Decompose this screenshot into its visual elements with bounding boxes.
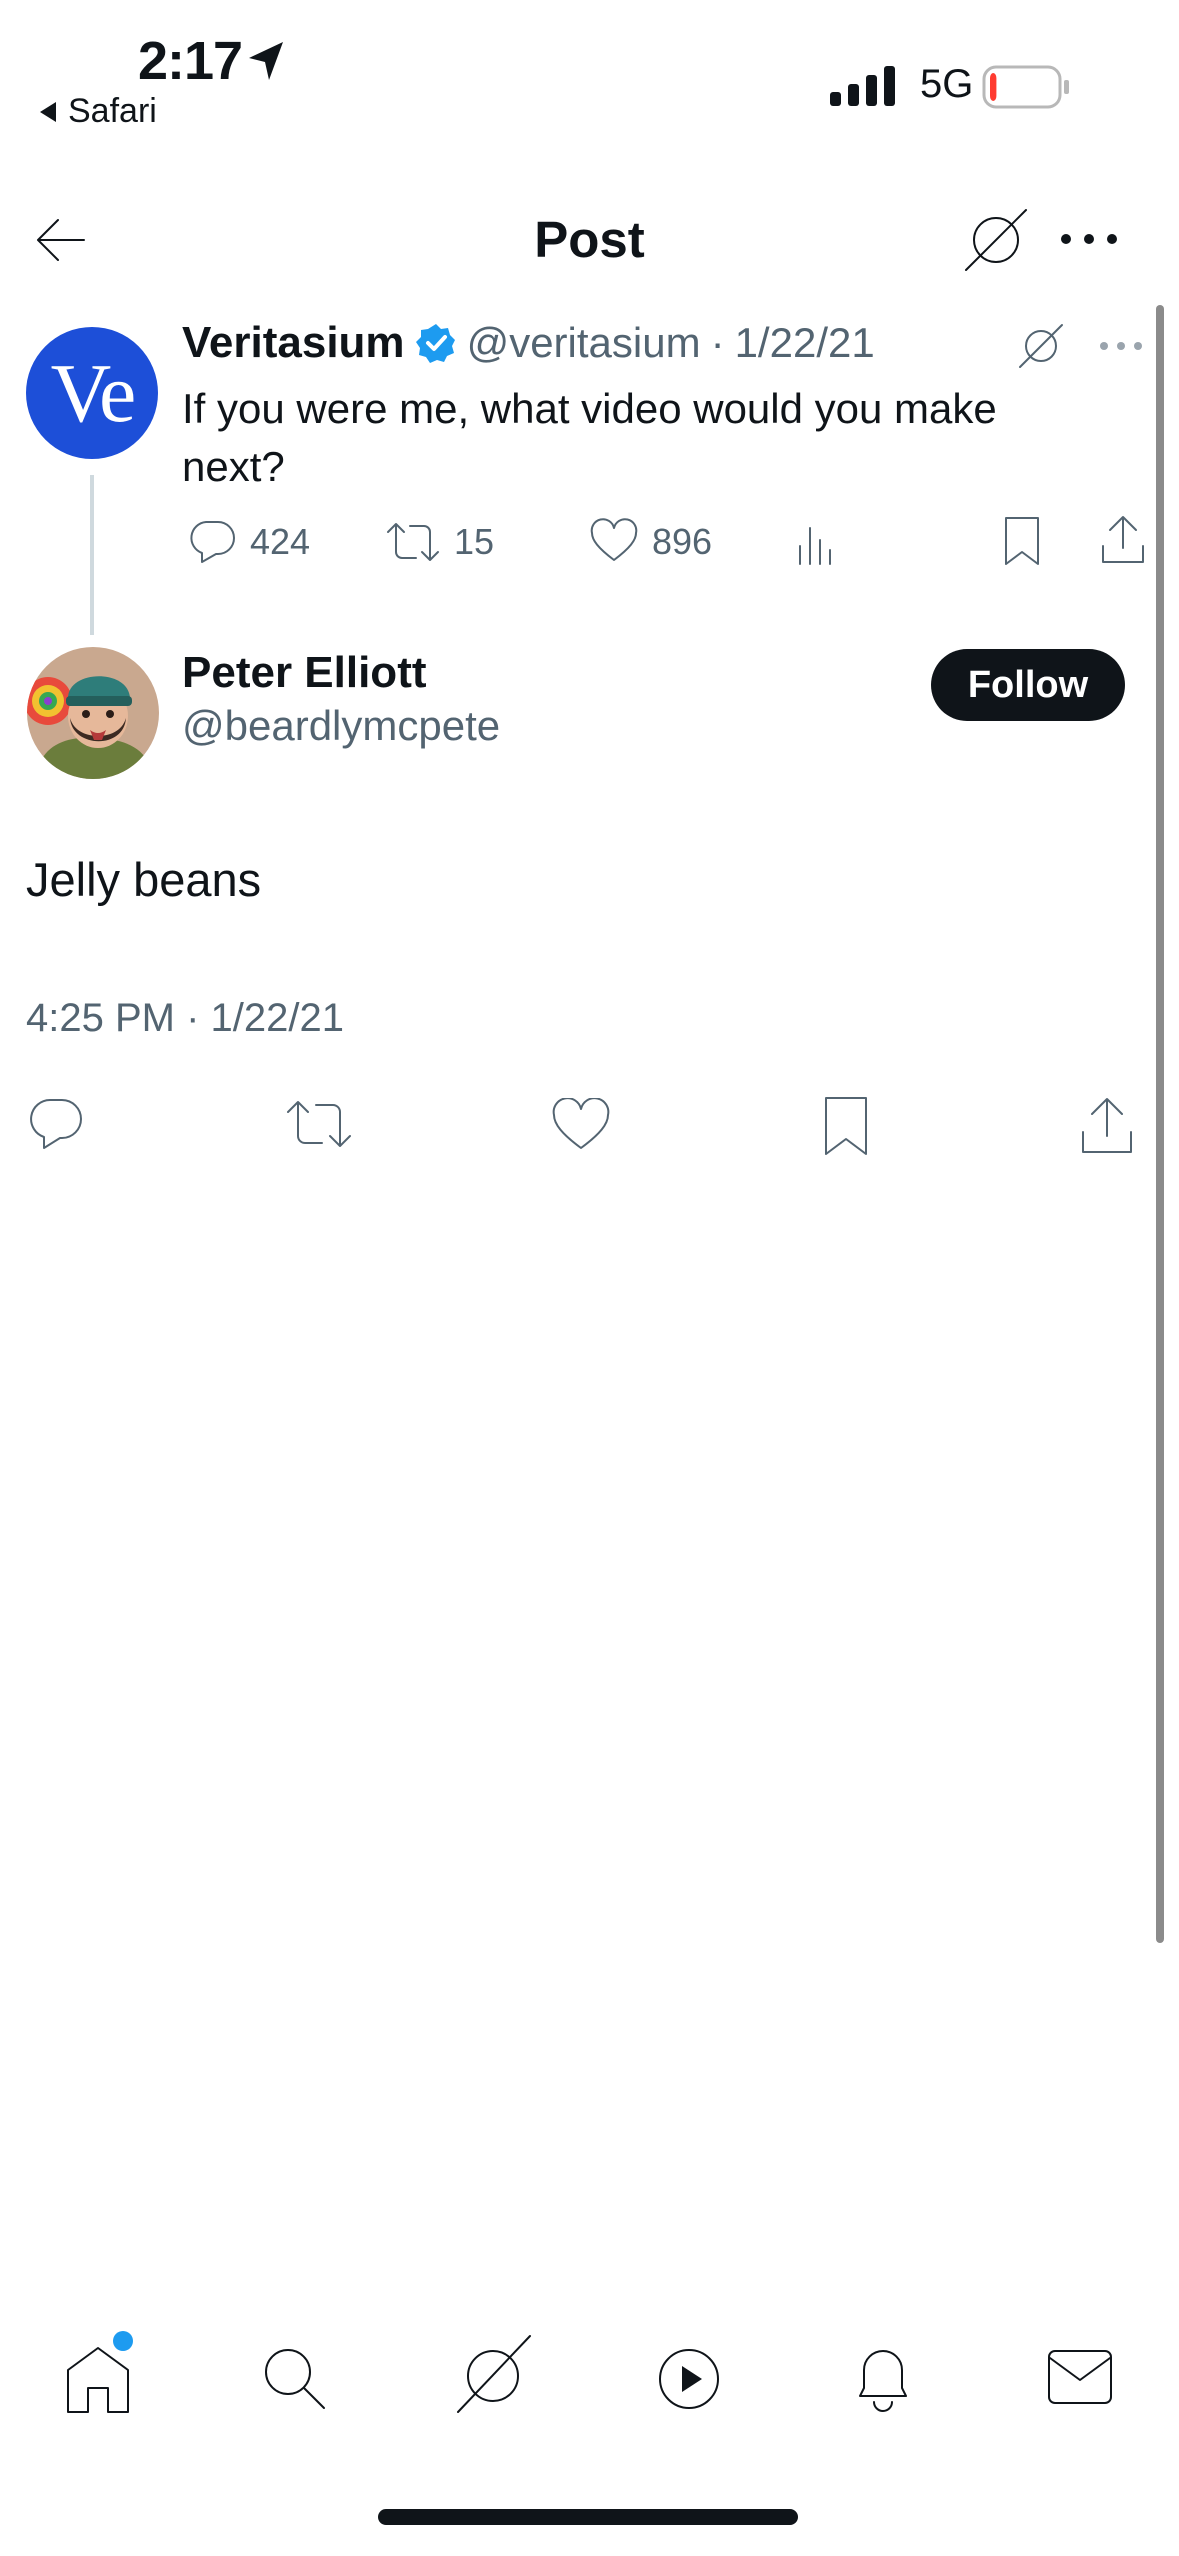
battery-icon [982, 65, 1069, 109]
mail-icon[interactable] [1044, 2346, 1116, 2408]
home-icon[interactable] [62, 2342, 134, 2416]
bell-icon[interactable] [850, 2338, 916, 2416]
retweet-count: 15 [454, 521, 495, 562]
reply-stat[interactable]: 424 [186, 518, 310, 566]
avatar-text: Ve [50, 346, 137, 440]
home-indicator[interactable] [378, 2509, 798, 2525]
share-icon[interactable] [1078, 1094, 1136, 1158]
reply-icon [190, 521, 235, 563]
like-stat[interactable]: 896 [588, 518, 712, 566]
signal-icon [830, 66, 895, 106]
location-arrow-icon [249, 42, 283, 80]
veritasium-avatar[interactable]: Ve [26, 327, 158, 459]
back-app-label: Safari [68, 92, 157, 130]
grok-icon[interactable] [1016, 322, 1066, 370]
peter-elliott-avatar[interactable] [26, 646, 160, 780]
scrollbar[interactable] [1156, 305, 1164, 1943]
like-count: 896 [652, 521, 713, 562]
author-name[interactable]: Peter Elliott [182, 648, 427, 698]
more-icon[interactable] [1098, 336, 1144, 356]
author-name[interactable]: Veritasium [182, 318, 405, 368]
reply-count: 424 [250, 521, 311, 562]
back-triangle-icon [40, 101, 56, 122]
tweet-text-line: If you were me, what video would you mak… [182, 385, 997, 432]
parent-tweet-header: Veritasium @veritasium · 1/22/21 [182, 318, 875, 368]
tweet-text: Jelly beans [26, 853, 262, 906]
bottom-tab-bar [0, 2300, 1179, 2480]
search-icon[interactable] [258, 2342, 330, 2414]
parent-tweet-text: If you were me, what video would you mak… [182, 380, 997, 496]
like-icon [590, 518, 638, 561]
bookmark-icon[interactable] [820, 1094, 872, 1158]
network-type: 5G [920, 62, 974, 106]
follow-button[interactable]: Follow [931, 649, 1125, 721]
bookmark-icon[interactable] [1000, 514, 1044, 568]
separator: · [710, 319, 725, 366]
retweet-icon [387, 523, 439, 561]
play-icon[interactable] [654, 2344, 724, 2414]
grok-icon[interactable] [960, 206, 1032, 274]
retweet-stat[interactable]: 15 [384, 518, 494, 566]
share-icon[interactable] [1098, 512, 1148, 568]
tweet-date[interactable]: 1/22/21 [735, 319, 875, 367]
thread-connector [90, 475, 94, 635]
views-icon[interactable] [794, 520, 838, 566]
author-handle[interactable]: @veritasium [467, 319, 701, 367]
verified-icon [415, 324, 455, 363]
retweet-icon[interactable] [284, 1096, 354, 1154]
tweet-text-line: next? [182, 443, 285, 490]
reply-icon[interactable] [26, 1096, 86, 1154]
notification-dot [113, 2331, 133, 2351]
tweet-timestamp[interactable]: 4:25 PM · 1/22/21 [26, 996, 344, 1041]
more-icon[interactable] [1058, 224, 1122, 254]
back-to-safari[interactable]: Safari [38, 92, 157, 131]
grok-icon[interactable] [452, 2332, 534, 2416]
status-time: 2:17 [138, 31, 243, 91]
like-icon[interactable] [550, 1098, 612, 1154]
author-handle[interactable]: @beardlymcpete [182, 702, 500, 750]
